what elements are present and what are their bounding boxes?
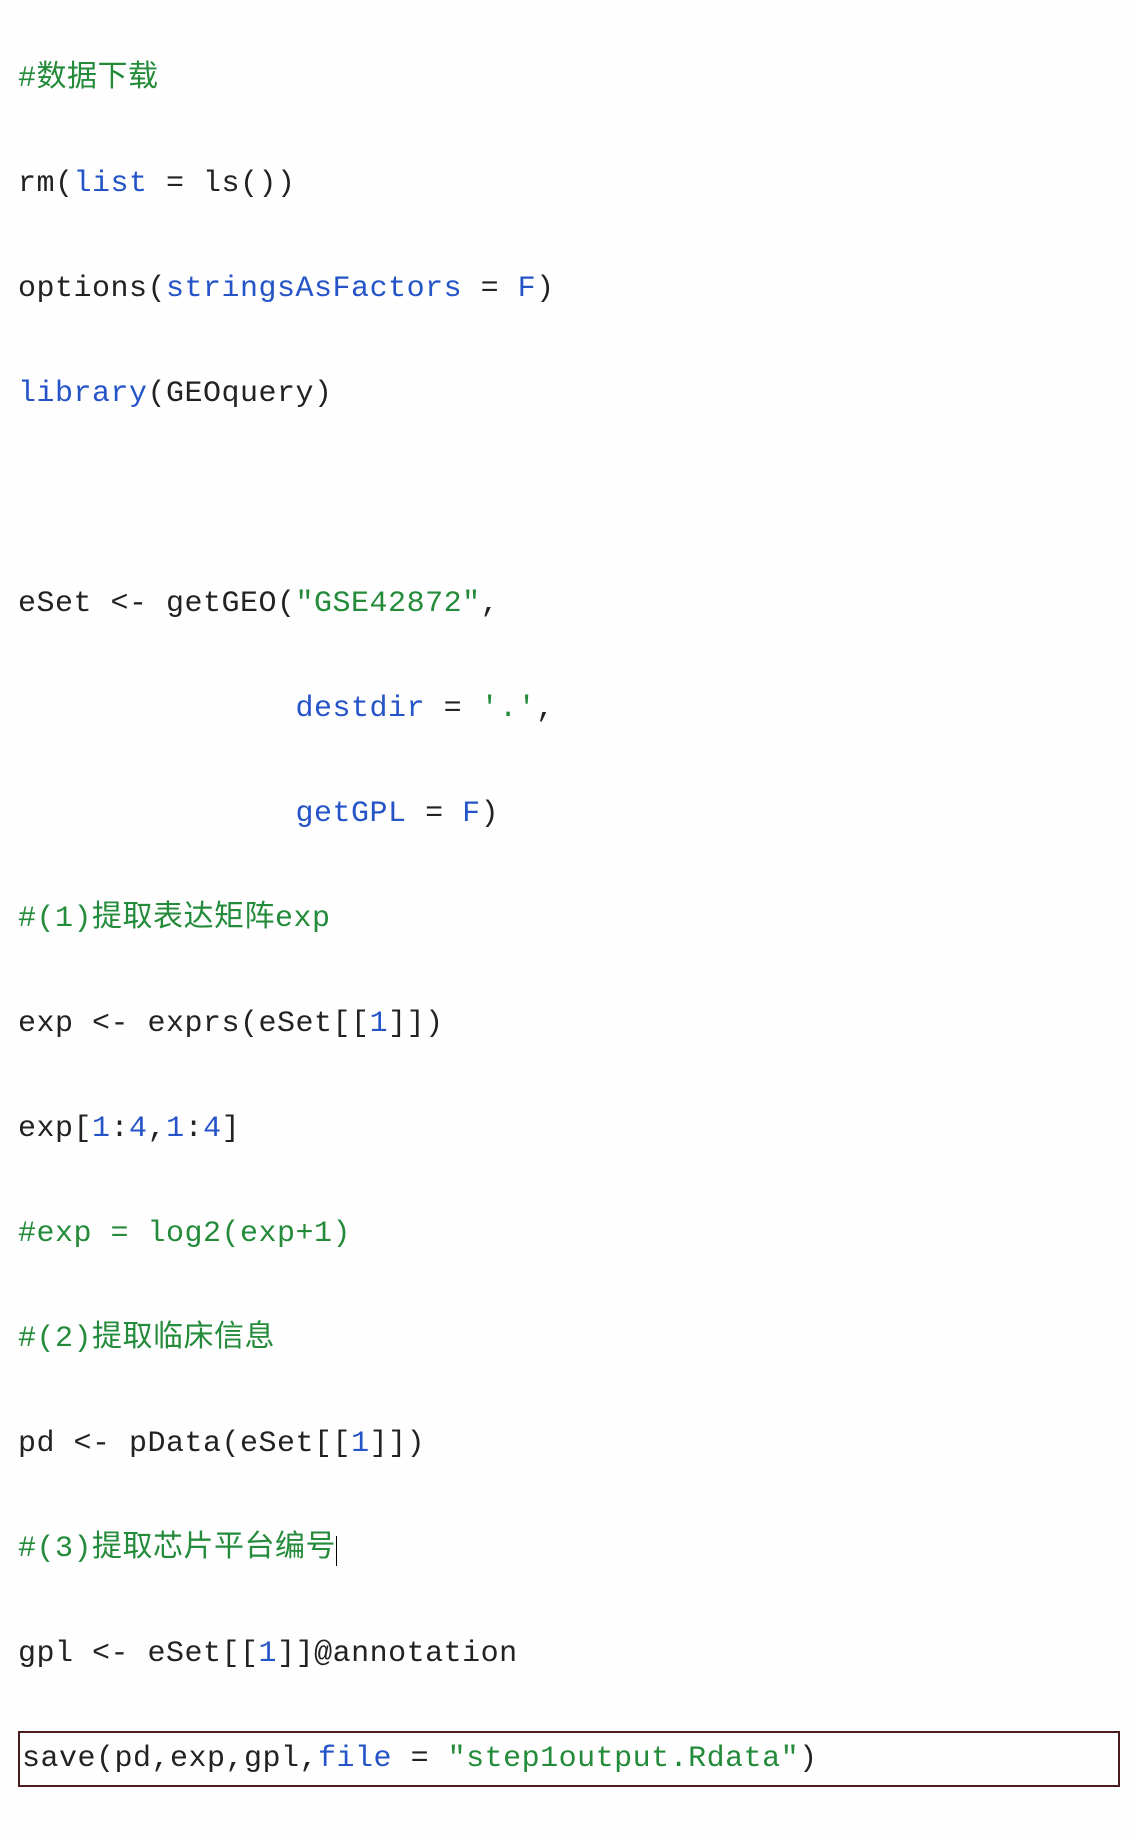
highlighted-line: save(pd,exp,gpl,file = "step1output.Rdat… <box>18 1731 1120 1788</box>
token: save(pd,exp,gpl, <box>22 1742 318 1776</box>
comment: #(1)提取表达矩阵exp <box>18 902 331 936</box>
comment: #exp = log2(exp+1) <box>18 1217 351 1251</box>
number-token: 4 <box>129 1112 148 1146</box>
string-token: "GSE42872" <box>296 587 481 621</box>
token: ]]) <box>370 1427 426 1461</box>
code-line: #exp = log2(exp+1) <box>18 1208 1120 1261</box>
comment: #(3)提取芯片平台编号 <box>18 1532 336 1566</box>
token: eSet <- getGEO( <box>18 587 296 621</box>
token: : <box>185 1112 204 1146</box>
token: list <box>74 167 148 201</box>
number-token: 1 <box>351 1427 370 1461</box>
token: F <box>462 797 481 831</box>
code-line: gpl <- eSet[[1]]@annotation <box>18 1628 1120 1681</box>
token: library <box>18 377 148 411</box>
code-line: rm(list = ls()) <box>18 158 1120 211</box>
token: = <box>462 272 518 306</box>
token: = <box>425 692 481 726</box>
token: = <box>392 1742 448 1776</box>
code-line: #数据下载 <box>18 53 1120 106</box>
code-line: options(stringsAsFactors = F) <box>18 263 1120 316</box>
text-cursor <box>336 1536 337 1566</box>
token: , <box>148 1112 167 1146</box>
token: F <box>518 272 537 306</box>
token: ]]) <box>388 1007 444 1041</box>
token: ]]@annotation <box>277 1637 518 1671</box>
comment: #数据下载 <box>18 62 159 96</box>
token: destdir <box>296 692 426 726</box>
code-line: exp <- exprs(eSet[[1]]) <box>18 998 1120 1051</box>
token: file <box>318 1742 392 1776</box>
token: : <box>111 1112 130 1146</box>
number-token: 1 <box>259 1637 278 1671</box>
token: ) <box>536 272 555 306</box>
code-line: destdir = '.', <box>18 683 1120 736</box>
blank-line <box>18 473 1120 526</box>
comment: #(2)提取临床信息 <box>18 1322 275 1356</box>
code-line: getGPL = F) <box>18 788 1120 841</box>
code-line: eSet <- getGEO("GSE42872", <box>18 578 1120 631</box>
token: = ls()) <box>148 167 296 201</box>
token: rm( <box>18 167 74 201</box>
code-line: pd <- pData(eSet[[1]]) <box>18 1418 1120 1471</box>
code-line: library(GEOquery) <box>18 368 1120 421</box>
code-block: #数据下载 rm(list = ls()) options(stringsAsF… <box>0 0 1138 1836</box>
number-token: 1 <box>370 1007 389 1041</box>
token: , <box>536 692 555 726</box>
token: stringsAsFactors <box>166 272 462 306</box>
number-token: 1 <box>166 1112 185 1146</box>
code-line: #(1)提取表达矩阵exp <box>18 893 1120 946</box>
string-token: '.' <box>481 692 537 726</box>
number-token: 4 <box>203 1112 222 1146</box>
token: ) <box>481 797 500 831</box>
token: ) <box>799 1742 818 1776</box>
code-line: #(2)提取临床信息 <box>18 1313 1120 1366</box>
string-token: "step1output.Rdata" <box>448 1742 800 1776</box>
token: exp[ <box>18 1112 92 1146</box>
token: exp <- exprs(eSet[[ <box>18 1007 370 1041</box>
token: gpl <- eSet[[ <box>18 1637 259 1671</box>
token: getGPL <box>296 797 407 831</box>
token: pd <- pData(eSet[[ <box>18 1427 351 1461</box>
indent <box>18 692 296 726</box>
token: ] <box>222 1112 241 1146</box>
indent <box>18 797 296 831</box>
token: , <box>481 587 500 621</box>
number-token: 1 <box>92 1112 111 1146</box>
token: = <box>407 797 463 831</box>
token: (GEOquery) <box>148 377 333 411</box>
code-line: exp[1:4,1:4] <box>18 1103 1120 1156</box>
code-line: #(3)提取芯片平台编号 <box>18 1523 1120 1576</box>
token: options( <box>18 272 166 306</box>
